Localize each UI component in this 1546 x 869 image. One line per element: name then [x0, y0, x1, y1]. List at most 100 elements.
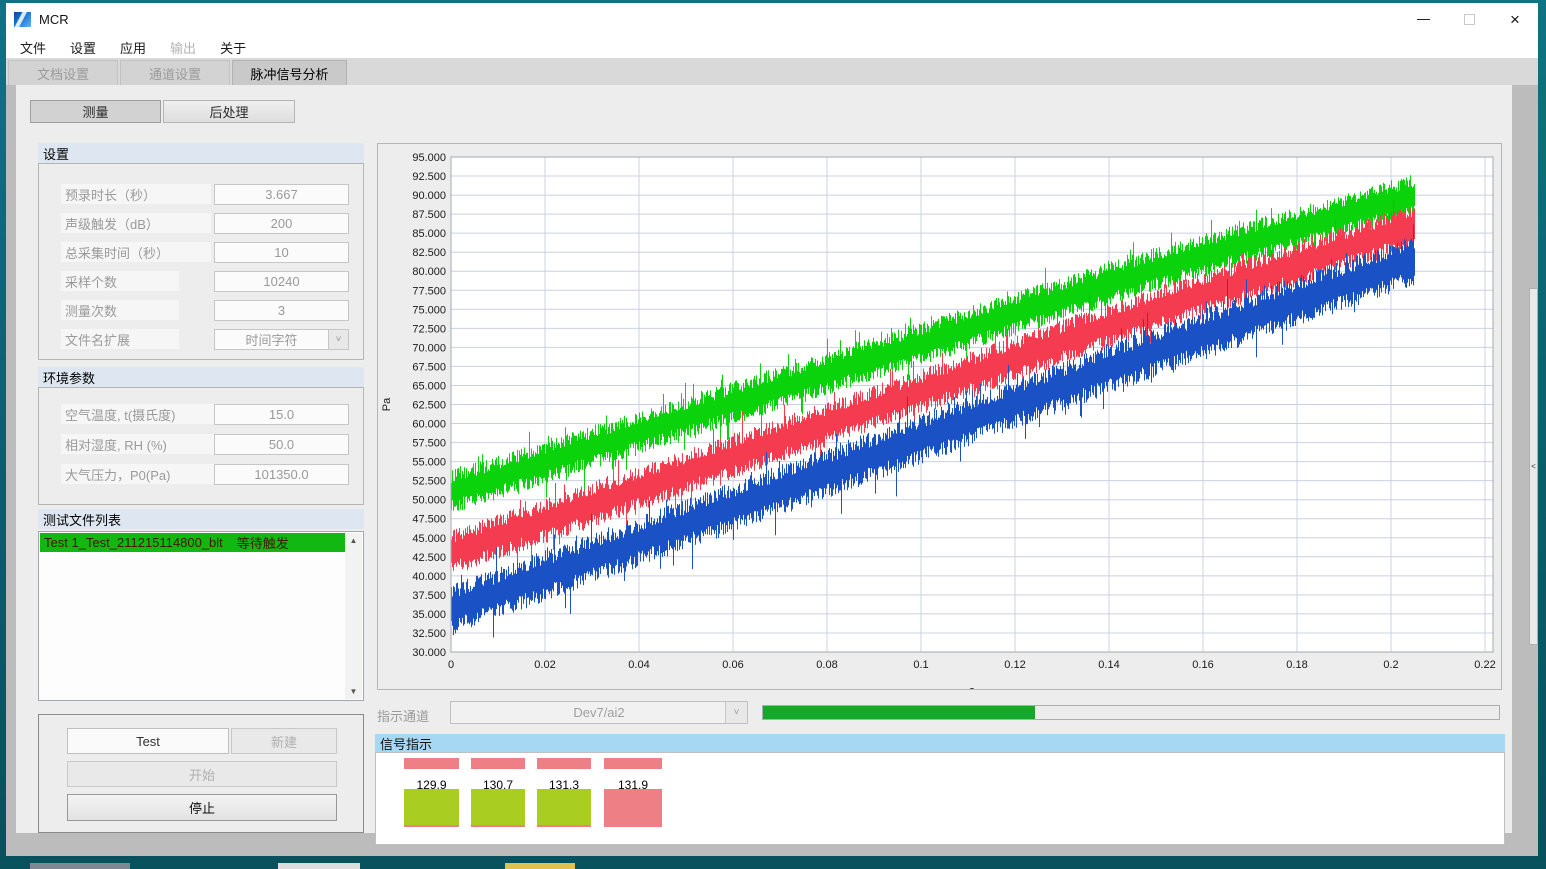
title-bar: MCR × [6, 3, 1538, 36]
signal-panel: 129.9 130.7 131.3 131.9 [375, 752, 1505, 845]
new-button[interactable]: 新建 [231, 728, 337, 754]
svg-text:52.500: 52.500 [412, 476, 446, 488]
svg-text:0.14: 0.14 [1098, 659, 1119, 671]
svg-text:55.000: 55.000 [412, 457, 446, 469]
air-pressure-input[interactable]: 101350.0 [214, 464, 349, 485]
menu-settings[interactable]: 设置 [70, 38, 96, 57]
window-controls: × [1400, 3, 1538, 36]
progress-fill [763, 706, 1035, 719]
tab-document-settings[interactable]: 文档设置 [8, 60, 118, 85]
indicator-top-bar [404, 758, 459, 769]
field-label: 采样个数 [61, 271, 179, 291]
svg-text:s: s [969, 685, 975, 689]
menu-apply[interactable]: 应用 [120, 38, 146, 57]
menu-output[interactable]: 输出 [170, 38, 196, 57]
settings-box: 预录时长（秒） 3.667 声级触发（dB） 200 总采集时间（秒） 10 采… [38, 163, 364, 360]
svg-text:47.500: 47.500 [412, 514, 446, 526]
file-status: 等待触发 [237, 533, 289, 552]
start-button[interactable]: 开始 [67, 761, 337, 787]
indicator-channel-value: Dev7/ai2 [573, 705, 624, 720]
svg-text:82.500: 82.500 [412, 247, 446, 259]
menu-bar: 文件 设置 应用 输出 关于 [6, 36, 1538, 58]
svg-text:40.000: 40.000 [412, 571, 446, 583]
sample-count-input[interactable]: 10240 [214, 271, 349, 292]
signal-chart: 95.00092.50090.00087.50085.00082.50080.0… [377, 143, 1502, 690]
scroll-up-icon[interactable]: ▲ [350, 533, 358, 548]
svg-text:42.500: 42.500 [412, 552, 446, 564]
svg-text:0.22: 0.22 [1474, 659, 1495, 671]
list-item[interactable]: Test 1_Test_211215114800_blt 等待触发 [40, 533, 345, 552]
svg-text:0.1: 0.1 [913, 659, 928, 671]
filename-extension-value: 时间字符 [245, 330, 297, 349]
svg-text:45.000: 45.000 [412, 533, 446, 545]
total-acquire-time-input[interactable]: 10 [214, 242, 349, 263]
measure-mode-button[interactable]: 测量 [30, 100, 161, 123]
svg-text:50.000: 50.000 [412, 495, 446, 507]
desktop-icons [278, 863, 360, 869]
file-name: Test 1_Test_211215114800_blt [44, 535, 223, 550]
close-button[interactable]: × [1492, 3, 1538, 36]
svg-text:0.02: 0.02 [534, 659, 555, 671]
prerecord-duration-input[interactable]: 3.667 [214, 184, 349, 205]
field-label: 相对湿度, RH (%) [61, 434, 214, 454]
svg-text:Pa: Pa [381, 397, 393, 411]
signal-indicator: 131.9 [604, 753, 662, 844]
signal-indicator: 129.9 [404, 753, 459, 844]
tab-channel-settings[interactable]: 通道设置 [120, 60, 230, 85]
maximize-button[interactable] [1446, 3, 1492, 36]
indicator-top-bar [537, 758, 591, 769]
svg-text:0: 0 [448, 659, 454, 671]
minimize-button[interactable] [1400, 3, 1446, 36]
control-box: Test 新建 开始 停止 [38, 714, 364, 833]
desktop-strip [0, 862, 1546, 869]
svg-text:0.16: 0.16 [1192, 659, 1213, 671]
postprocess-mode-button[interactable]: 后处理 [163, 100, 295, 123]
svg-text:70.000: 70.000 [412, 342, 446, 354]
menu-file[interactable]: 文件 [20, 38, 46, 57]
level-trigger-input[interactable]: 200 [214, 213, 349, 234]
test-name-input[interactable]: Test [67, 728, 229, 754]
signal-indicator: 130.7 [471, 753, 525, 844]
svg-text:80.000: 80.000 [412, 266, 446, 278]
svg-text:85.000: 85.000 [412, 228, 446, 240]
list-scrollbar[interactable]: ▲ ▼ [345, 533, 362, 699]
scroll-down-icon[interactable]: ▼ [350, 684, 358, 699]
indicator-channel-dropdown[interactable]: Dev7/ai2 ˅ [450, 701, 748, 724]
settings-header: 设置 [38, 143, 364, 163]
field-label: 总采集时间（秒） [61, 242, 211, 262]
svg-text:60.000: 60.000 [412, 419, 446, 431]
svg-text:87.500: 87.500 [412, 209, 446, 221]
menu-about[interactable]: 关于 [220, 38, 246, 57]
environment-header: 环境参数 [38, 367, 364, 387]
collapse-handle[interactable]: < [1529, 288, 1538, 645]
field-label: 预录时长（秒） [61, 184, 211, 204]
desktop-icons [505, 863, 575, 869]
svg-text:0.08: 0.08 [816, 659, 837, 671]
filename-extension-dropdown[interactable]: 时间字符 ˅ [214, 329, 349, 350]
indicator-top-bar [471, 758, 525, 769]
measure-count-input[interactable]: 3 [214, 300, 349, 321]
test-file-list[interactable]: Test 1_Test_211215114800_blt 等待触发 ▲ ▼ [38, 531, 364, 701]
svg-text:75.000: 75.000 [412, 304, 446, 316]
svg-text:0.2: 0.2 [1383, 659, 1398, 671]
collapse-left-icon: < [1531, 462, 1536, 471]
indicator-block [471, 789, 525, 827]
tab-strip: 文档设置 通道设置 脉冲信号分析 [6, 58, 1538, 85]
svg-text:30.000: 30.000 [412, 647, 446, 659]
field-label: 文件名扩展 [61, 329, 179, 349]
air-temperature-input[interactable]: 15.0 [214, 404, 349, 425]
svg-text:62.500: 62.500 [412, 400, 446, 412]
indicator-block [604, 789, 662, 827]
signal-panel-header: 信号指示 [375, 734, 1505, 752]
field-label: 声级触发（dB） [61, 213, 211, 233]
minimize-icon [1417, 19, 1430, 20]
chevron-down-icon[interactable]: ˅ [328, 330, 348, 349]
field-label: 测量次数 [61, 300, 179, 320]
relative-humidity-input[interactable]: 50.0 [214, 434, 349, 455]
chevron-down-icon[interactable]: ˅ [725, 702, 747, 723]
stop-button[interactable]: 停止 [67, 794, 337, 821]
field-label: 大气压力，P0(Pa) [61, 464, 214, 484]
maximize-icon [1464, 14, 1475, 25]
tab-pulse-signal-analysis[interactable]: 脉冲信号分析 [232, 60, 347, 85]
progress-bar [762, 705, 1500, 720]
